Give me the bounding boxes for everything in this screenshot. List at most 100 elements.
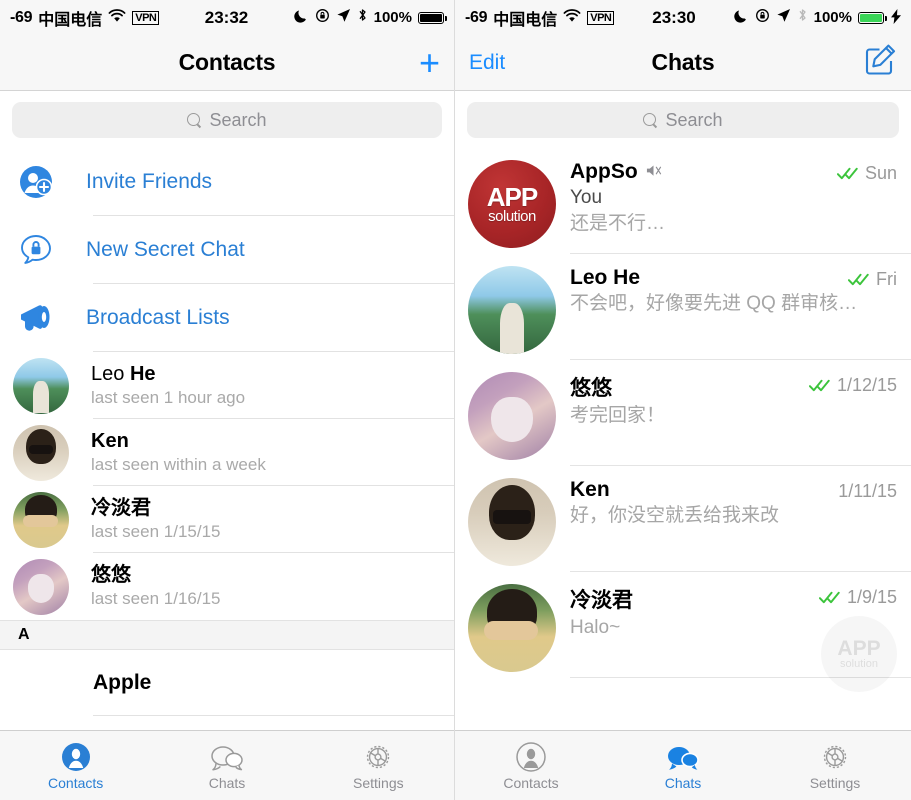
contact-row[interactable]: 悠悠 last seen 1/16/15	[0, 553, 454, 620]
row-divider	[93, 715, 454, 716]
tab-chats[interactable]: Chats	[151, 731, 302, 800]
tab-contacts[interactable]: Contacts	[455, 731, 607, 800]
vpn-badge: VPN	[132, 10, 160, 25]
chat-preview: 不会吧，好像要先进 QQ 群审核…	[570, 293, 858, 314]
contacts-icon	[61, 740, 91, 772]
charging-bolt-icon	[891, 8, 901, 27]
search-placeholder: Search	[665, 109, 723, 130]
battery-icon	[858, 11, 887, 24]
contact-name: Apple	[93, 671, 152, 694]
tab-label: Settings	[809, 775, 861, 791]
chat-timestamp: 1/11/15	[838, 481, 897, 501]
location-arrow-icon	[336, 8, 351, 28]
plus-icon: +	[418, 41, 440, 83]
search-icon	[643, 112, 658, 128]
page-title: Chats	[651, 49, 715, 75]
chat-preview: Halo~	[570, 617, 621, 638]
status-left-group: -69 中国电信 VPN	[10, 6, 160, 30]
chat-row[interactable]: APP solution AppSo Sun You 还是不行…	[455, 148, 911, 254]
navigation-bar-chats: Edit Chats	[455, 35, 911, 91]
bluetooth-icon	[357, 7, 368, 28]
search-placeholder: Search	[209, 109, 267, 130]
chat-timestamp: 1/12/15	[836, 375, 897, 395]
action-invite-friends[interactable]: Invite Friends	[0, 148, 454, 216]
settings-gear-icon	[363, 740, 393, 772]
search-input[interactable]: Search	[12, 102, 442, 138]
status-left-group: -69 中国电信 VPN	[465, 6, 615, 30]
action-label: New Secret Chat	[86, 238, 245, 261]
chat-row[interactable]: 冷淡君 1/9/15 Halo~	[455, 572, 911, 678]
action-broadcast-lists[interactable]: Broadcast Lists	[0, 284, 454, 352]
compose-button[interactable]	[863, 43, 897, 82]
avatar	[13, 357, 69, 414]
chat-row[interactable]: Ken 1/11/15 好，你没空就丢给我来改	[455, 466, 911, 572]
chat-name: AppSo	[570, 160, 638, 183]
bluetooth-icon	[797, 7, 808, 28]
action-new-secret-chat[interactable]: New Secret Chat	[0, 216, 454, 284]
chat-row[interactable]: Leo He Fri 不会吧，好像要先进 QQ 群审核…	[455, 254, 911, 360]
tab-bar-right: Contacts Chats Settings	[455, 730, 911, 800]
invite-friend-icon	[18, 164, 74, 200]
avatar	[468, 266, 556, 354]
location-arrow-icon	[776, 8, 791, 28]
add-contact-button[interactable]: +	[418, 41, 440, 83]
tab-label: Chats	[208, 775, 246, 791]
clock-time: 23:32	[204, 7, 249, 27]
contacts-screen: -69 中国电信 VPN 23:32 100% Contacts + Searc…	[0, 0, 455, 800]
tab-settings[interactable]: Settings	[759, 731, 911, 800]
avatar	[468, 478, 556, 566]
contacts-icon	[516, 740, 546, 772]
action-label: Broadcast Lists	[86, 306, 230, 329]
tab-label: Contacts	[503, 775, 559, 791]
tab-contacts[interactable]: Contacts	[0, 731, 151, 800]
page-title: Contacts	[178, 49, 276, 75]
contact-name: Ken	[91, 430, 129, 452]
chat-name: Leo He	[570, 266, 641, 289]
wifi-icon	[108, 8, 126, 28]
edit-button[interactable]: Edit	[469, 51, 505, 75]
navigation-bar-contacts: Contacts +	[0, 35, 454, 91]
status-right-group: 100%	[293, 7, 447, 28]
rotation-lock-icon	[315, 8, 330, 28]
chat-row[interactable]: 悠悠 1/12/15 考完回家！	[455, 360, 911, 466]
status-center-group: 23:32	[159, 8, 293, 28]
contact-row[interactable]: 冷淡君 last seen 1/15/15	[0, 486, 454, 553]
read-receipt-icon	[836, 166, 861, 181]
tab-label: Settings	[353, 775, 404, 791]
megaphone-icon	[18, 301, 74, 335]
secret-chat-lock-icon	[18, 232, 74, 268]
signal-strength-value: -69	[465, 8, 488, 26]
chat-preview: 还是不行…	[570, 213, 666, 234]
chats-screen: -69 中国电信 VPN 23:30 100% Edit Chats Searc…	[455, 0, 911, 800]
chat-timestamp: Fri	[876, 269, 897, 289]
contact-status: last seen 1/15/15	[91, 522, 221, 541]
status-bar-right: -69 中国电信 VPN 23:30 100%	[455, 0, 911, 35]
mute-icon	[645, 163, 662, 178]
tab-chats[interactable]: Chats	[607, 731, 759, 800]
avatar-text-line1: APP	[486, 181, 538, 212]
chat-name: 冷淡君	[570, 589, 633, 612]
row-divider	[570, 677, 911, 678]
moon-icon	[733, 8, 749, 28]
contact-row[interactable]: Leo He last seen 1 hour ago	[0, 352, 454, 419]
contact-row[interactable]: Ken last seen within a week	[0, 419, 454, 486]
avatar-text-line2: solution	[488, 207, 536, 225]
section-header-a: A	[0, 620, 454, 650]
wifi-icon	[563, 8, 581, 28]
contacts-list: Invite Friends New Secret Chat Broadcast…	[0, 148, 454, 730]
chats-icon	[666, 740, 700, 772]
tab-label: Chats	[664, 775, 702, 791]
tab-settings[interactable]: Settings	[303, 731, 454, 800]
battery-percent: 100%	[373, 9, 412, 26]
chats-icon	[210, 740, 244, 772]
avatar	[13, 558, 69, 615]
contact-row-apple[interactable]: Apple	[0, 650, 454, 716]
chat-sender: You	[570, 187, 603, 208]
avatar: APP solution	[468, 160, 556, 248]
avatar	[468, 584, 556, 672]
status-bar-left: -69 中国电信 VPN 23:32 100%	[0, 0, 454, 35]
avatar	[468, 372, 556, 460]
search-input[interactable]: Search	[467, 102, 899, 138]
search-icon	[187, 112, 202, 128]
avatar	[13, 491, 69, 548]
